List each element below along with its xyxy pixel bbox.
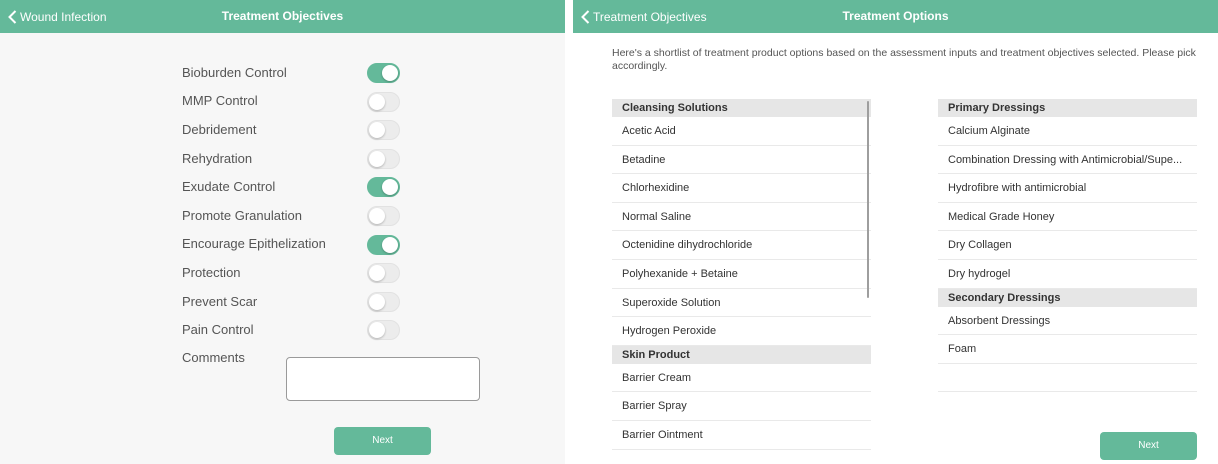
objective-row: MMP Control	[182, 87, 404, 116]
chevron-left-icon	[8, 9, 17, 24]
list-item[interactable]: Dry hydrogel	[938, 259, 1197, 289]
comments-field[interactable]	[286, 357, 480, 401]
objective-row: Prevent Scar	[182, 287, 404, 316]
objective-toggle[interactable]	[367, 205, 400, 226]
product-column-left: Cleansing Solutions Acetic Acid Betadine…	[612, 99, 871, 450]
objective-toggle[interactable]	[367, 291, 400, 312]
list-item[interactable]: Dry Collagen	[938, 231, 1197, 260]
objective-label: MMP Control	[182, 93, 258, 109]
list-item[interactable]: Barrier Ointment	[612, 420, 871, 450]
toggle-knob	[382, 236, 398, 253]
objective-toggle[interactable]	[367, 263, 400, 284]
objective-row: Protection	[182, 258, 404, 287]
objective-label: Prevent Scar	[182, 293, 258, 309]
list-item[interactable]: Betadine	[612, 145, 871, 175]
section-header-primary: Primary Dressings	[938, 99, 1197, 117]
list-item[interactable]: Superoxide Solution	[612, 288, 871, 318]
list-item[interactable]: Hydrogen Peroxide	[612, 317, 871, 346]
treatment-objectives-screen: Wound Infection Treatment Objectives Bio…	[0, 0, 565, 464]
toggle-knob	[369, 122, 385, 139]
list-item[interactable]: Calcium Alginate	[938, 117, 1197, 146]
chevron-left-icon	[581, 9, 590, 24]
list-item[interactable]: Normal Saline	[612, 202, 871, 232]
objective-row: Promote Granulation	[182, 201, 404, 230]
list-item[interactable]: Foam	[938, 335, 1197, 364]
toggle-knob	[369, 265, 385, 282]
section-header-skin: Skin Product	[612, 345, 871, 364]
objective-row: Pain Control	[182, 315, 404, 344]
list-item[interactable]: Octenidine dihydrochloride	[612, 231, 871, 260]
toggle-knob	[369, 93, 385, 110]
objective-label: Promote Granulation	[182, 207, 302, 223]
objective-toggle[interactable]	[367, 320, 400, 341]
objective-toggle[interactable]	[367, 148, 400, 169]
list-item[interactable]: Hydrofibre with antimicrobial	[938, 174, 1197, 203]
objective-label: Protection	[182, 264, 241, 280]
list-item[interactable]: Barrier Spray	[612, 392, 871, 421]
list-scrollbar[interactable]	[867, 101, 869, 298]
nav-bar: Treatment Objectives Treatment Options	[573, 0, 1218, 33]
objective-toggle[interactable]	[367, 63, 400, 83]
toggle-knob	[369, 207, 385, 224]
toggle-knob	[369, 150, 385, 167]
list-item[interactable]: Barrier Cream	[612, 363, 871, 393]
list-item[interactable]: Absorbent Dressings	[938, 306, 1197, 336]
objective-row: Rehydration	[182, 144, 404, 173]
toggle-knob	[369, 322, 385, 339]
objective-label: Exudate Control	[182, 179, 276, 195]
list-item[interactable]: Medical Grade Honey	[938, 202, 1197, 232]
objective-row: Debridement	[182, 115, 404, 144]
objective-label: Encourage Epithelization	[182, 236, 326, 252]
objective-label: Pain Control	[182, 322, 254, 338]
objective-toggle[interactable]	[367, 177, 400, 198]
back-label: Wound Infection	[20, 9, 107, 24]
section-header-cleansing: Cleansing Solutions	[612, 99, 871, 117]
treatment-options-screen: Treatment Objectives Treatment Options H…	[573, 0, 1218, 464]
next-button[interactable]: Next	[334, 427, 431, 455]
objective-toggle[interactable]	[367, 234, 400, 255]
objectives-list: Bioburden Control MMP Control Debridemen…	[182, 58, 404, 344]
objective-row: Encourage Epithelization	[182, 230, 404, 259]
product-column-right: Primary Dressings Calcium Alginate Combi…	[938, 99, 1197, 393]
comments-label: Comments	[182, 350, 245, 365]
toggle-knob	[369, 293, 385, 310]
objective-row: Exudate Control	[182, 172, 404, 201]
objective-label: Bioburden Control	[182, 64, 287, 80]
back-button[interactable]: Treatment Objectives	[581, 0, 707, 33]
list-item[interactable]: Acetic Acid	[612, 117, 871, 146]
section-header-secondary: Secondary Dressings	[938, 288, 1197, 307]
objective-toggle[interactable]	[367, 120, 400, 141]
back-button[interactable]: Wound Infection	[8, 0, 107, 33]
back-label: Treatment Objectives	[593, 9, 707, 24]
objective-label: Rehydration	[182, 150, 253, 166]
nav-bar: Wound Infection Treatment Objectives	[0, 0, 565, 33]
objective-toggle[interactable]	[367, 91, 400, 112]
list-item[interactable]: Combination Dressing with Antimicrobial/…	[938, 145, 1197, 175]
objective-label: Debridement	[182, 121, 257, 137]
objective-row: Bioburden Control	[182, 58, 404, 87]
toggle-knob	[382, 65, 398, 81]
next-button[interactable]: Next	[1100, 432, 1197, 460]
list-item[interactable]: Chlorhexidine	[612, 174, 871, 203]
list-item[interactable]: Polyhexanide + Betaine	[612, 259, 871, 289]
toggle-knob	[382, 179, 398, 196]
list-item-empty	[938, 363, 1197, 393]
intro-text: Here's a shortlist of treatment product …	[612, 47, 1196, 72]
